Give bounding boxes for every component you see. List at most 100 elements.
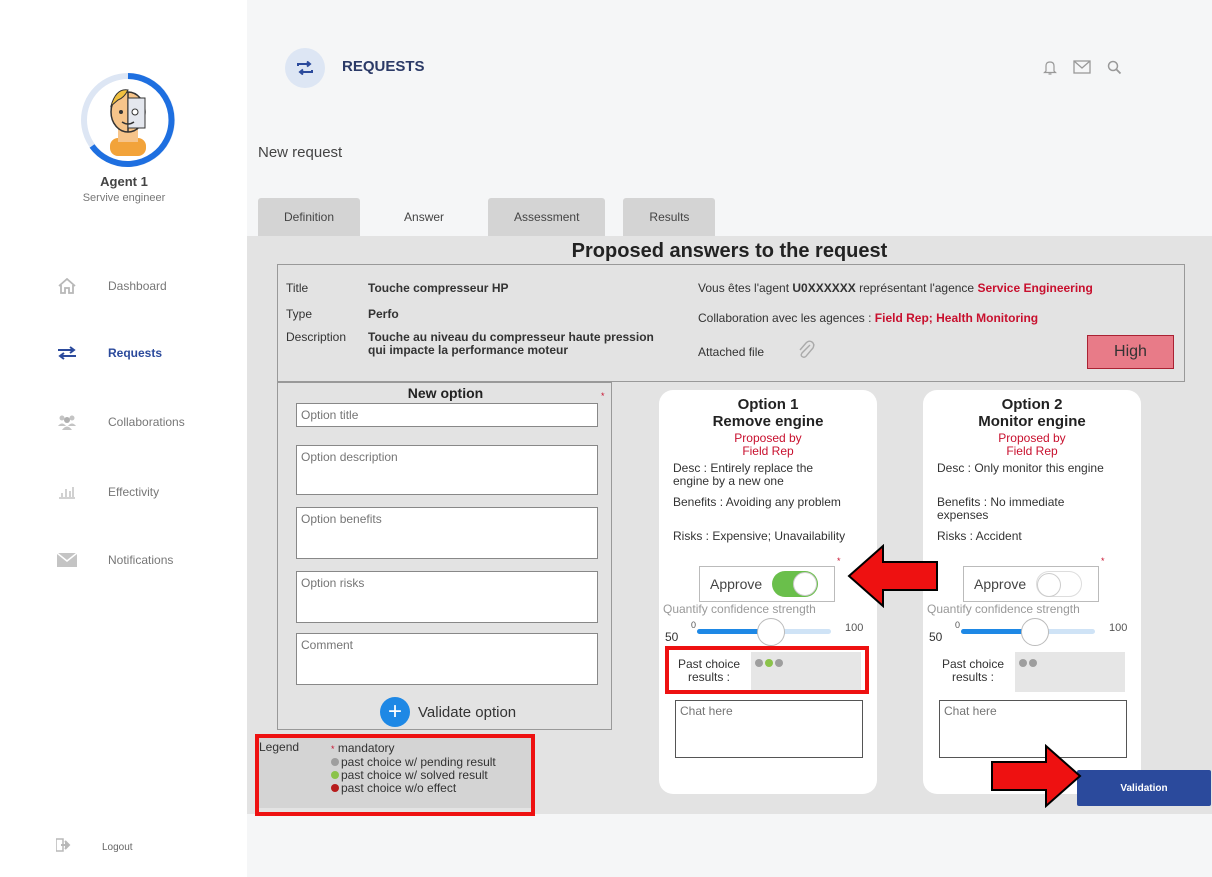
main-panel: REQUESTS New request Definition Answer A…: [247, 0, 1212, 877]
agency-name: Service Engineering: [977, 281, 1093, 295]
toggle-switch-on[interactable]: [772, 571, 819, 597]
red-arrow-left-icon: [847, 544, 938, 608]
desc-line: engine by a new one: [673, 474, 784, 488]
sidebar-item-notifications[interactable]: Notifications: [56, 548, 236, 572]
sidebar-item-label: Notifications: [108, 553, 174, 567]
legend-highlight-box: [255, 734, 535, 816]
red-arrow-right-icon: [991, 744, 1082, 808]
past-choice-results: Past choice results :: [935, 652, 1127, 692]
past-label-line: results :: [951, 670, 994, 684]
tab-assessment[interactable]: Assessment: [488, 198, 606, 236]
title-value: Touche compresseur HP: [368, 281, 509, 295]
proposed-by: Proposed by Field Rep: [923, 432, 1141, 458]
agent-info: Vous êtes l'agent U0XXXXXX représentant …: [698, 281, 1093, 295]
new-option-form: New option * + Validate option: [277, 382, 612, 730]
chat-input[interactable]: [675, 700, 863, 758]
envelope-icon: [56, 551, 78, 569]
tab-definition[interactable]: Definition: [258, 198, 361, 236]
bar-chart-icon: [56, 483, 78, 501]
answer-content: Proposed answers to the request Title To…: [247, 236, 1212, 816]
logout-button[interactable]: Logout: [55, 838, 133, 857]
tab-answer[interactable]: Answer: [378, 198, 471, 236]
past-choice-dots: [1015, 652, 1125, 692]
option-description: Desc : Only monitor this engine: [937, 461, 1104, 475]
sidebar-item-collaborations[interactable]: Collaborations: [56, 410, 236, 434]
option-title: Option 2 Monitor engine: [923, 396, 1141, 430]
plus-icon: +: [380, 697, 410, 727]
confidence-label: Quantify confidence strength: [927, 602, 1080, 616]
proposed-by: Proposed by Field Rep: [659, 432, 877, 458]
swap-arrows-icon: [56, 344, 78, 362]
slider-handle[interactable]: [757, 618, 785, 646]
paperclip-icon[interactable]: [796, 339, 816, 364]
approve-toggle[interactable]: Approve: [963, 566, 1099, 602]
proposed-by-agency: Field Rep: [1006, 444, 1058, 458]
option-risks: Risks : Accident: [937, 529, 1022, 543]
approve-toggle[interactable]: Approve: [699, 566, 835, 602]
option-description: Desc : Entirely replace the engine by a n…: [673, 462, 869, 488]
validation-button[interactable]: Validation: [1077, 770, 1211, 806]
type-label: Type: [286, 307, 313, 321]
collaboration-info: Collaboration avec les agences : Field R…: [698, 311, 1038, 325]
header-tools: [1043, 60, 1122, 81]
validate-option-button[interactable]: + Validate option: [380, 697, 516, 727]
option-benefits: Benefits : Avoiding any problem: [673, 496, 869, 509]
toggle-switch-off[interactable]: [1036, 571, 1083, 597]
users-group-icon: [56, 413, 78, 431]
toggle-knob: [793, 572, 818, 596]
sidebar-item-dashboard[interactable]: Dashboard: [56, 274, 236, 298]
title-label: Title: [286, 281, 309, 295]
home-icon: [56, 277, 78, 295]
tab-results[interactable]: Results: [623, 198, 716, 236]
priority-badge: High: [1087, 335, 1174, 369]
logout-label: Logout: [102, 842, 133, 853]
agent-info-mid: représentant l'agence: [855, 281, 978, 295]
agent-name: Agent 1: [100, 174, 148, 189]
option-title-input[interactable]: [296, 403, 598, 427]
collab-prefix: Collaboration avec les agences :: [698, 311, 875, 325]
search-icon[interactable]: [1107, 60, 1122, 81]
agent-id: U0XXXXXX: [792, 281, 856, 295]
option-card-2: Option 2 Monitor engine Proposed by Field …: [923, 390, 1141, 794]
confidence-label: Quantify confidence strength: [663, 602, 816, 616]
benefits-line: Benefits : Avoiding any problem: [673, 495, 841, 509]
request-summary: Title Touche compresseur HP Type Perfo D…: [277, 264, 1185, 382]
attached-file-label: Attached file: [698, 345, 765, 359]
description-line-2: qui impacte la performance moteur: [368, 343, 569, 357]
requests-header-icon: [285, 48, 325, 88]
slider-max: 100: [1109, 622, 1128, 634]
sidebar-item-effectivity[interactable]: Effectivity: [56, 480, 236, 504]
bell-icon[interactable]: [1043, 60, 1057, 81]
option-title: Option 1 Remove engine: [659, 396, 877, 430]
slider-max: 100: [845, 622, 864, 634]
past-dot-pending: [1019, 654, 1029, 672]
confidence-value: 50: [665, 630, 679, 644]
option-risks: Risks : Expensive; Unavailability: [673, 529, 846, 543]
option-risks-input[interactable]: [296, 571, 598, 623]
slider-min: 0: [691, 620, 697, 630]
agent-role: Servive engineer: [82, 192, 166, 204]
page-subtitle: New request: [258, 144, 343, 161]
confidence-slider[interactable]: 50 0 100: [927, 618, 1137, 648]
mail-icon[interactable]: [1073, 60, 1091, 81]
slider-handle[interactable]: [1021, 618, 1049, 646]
option-benefits-input[interactable]: [296, 507, 598, 559]
option-number: Option 1: [737, 396, 799, 413]
option-card-1: Option 1 Remove engine Proposed by Field R…: [659, 390, 877, 794]
mandatory-marker: *: [1101, 556, 1105, 566]
option-name: Monitor engine: [978, 413, 1086, 430]
sidebar-item-requests[interactable]: Requests: [56, 341, 236, 365]
proposed-by-agency: Field Rep: [742, 444, 794, 458]
comment-input[interactable]: [296, 633, 598, 685]
description-label: Description: [286, 330, 347, 344]
toggle-knob: [1037, 573, 1062, 597]
option-description-input[interactable]: [296, 445, 598, 495]
sidebar-item-label: Requests: [108, 346, 163, 360]
type-value: Perfo: [368, 307, 399, 321]
slider-min: 0: [955, 620, 961, 630]
confidence-slider[interactable]: 50 0 100: [663, 618, 873, 648]
approve-label: Approve: [710, 576, 763, 592]
approve-label: Approve: [974, 576, 1027, 592]
option-name: Remove engine: [712, 413, 824, 430]
sidebar-item-label: Collaborations: [108, 415, 185, 429]
